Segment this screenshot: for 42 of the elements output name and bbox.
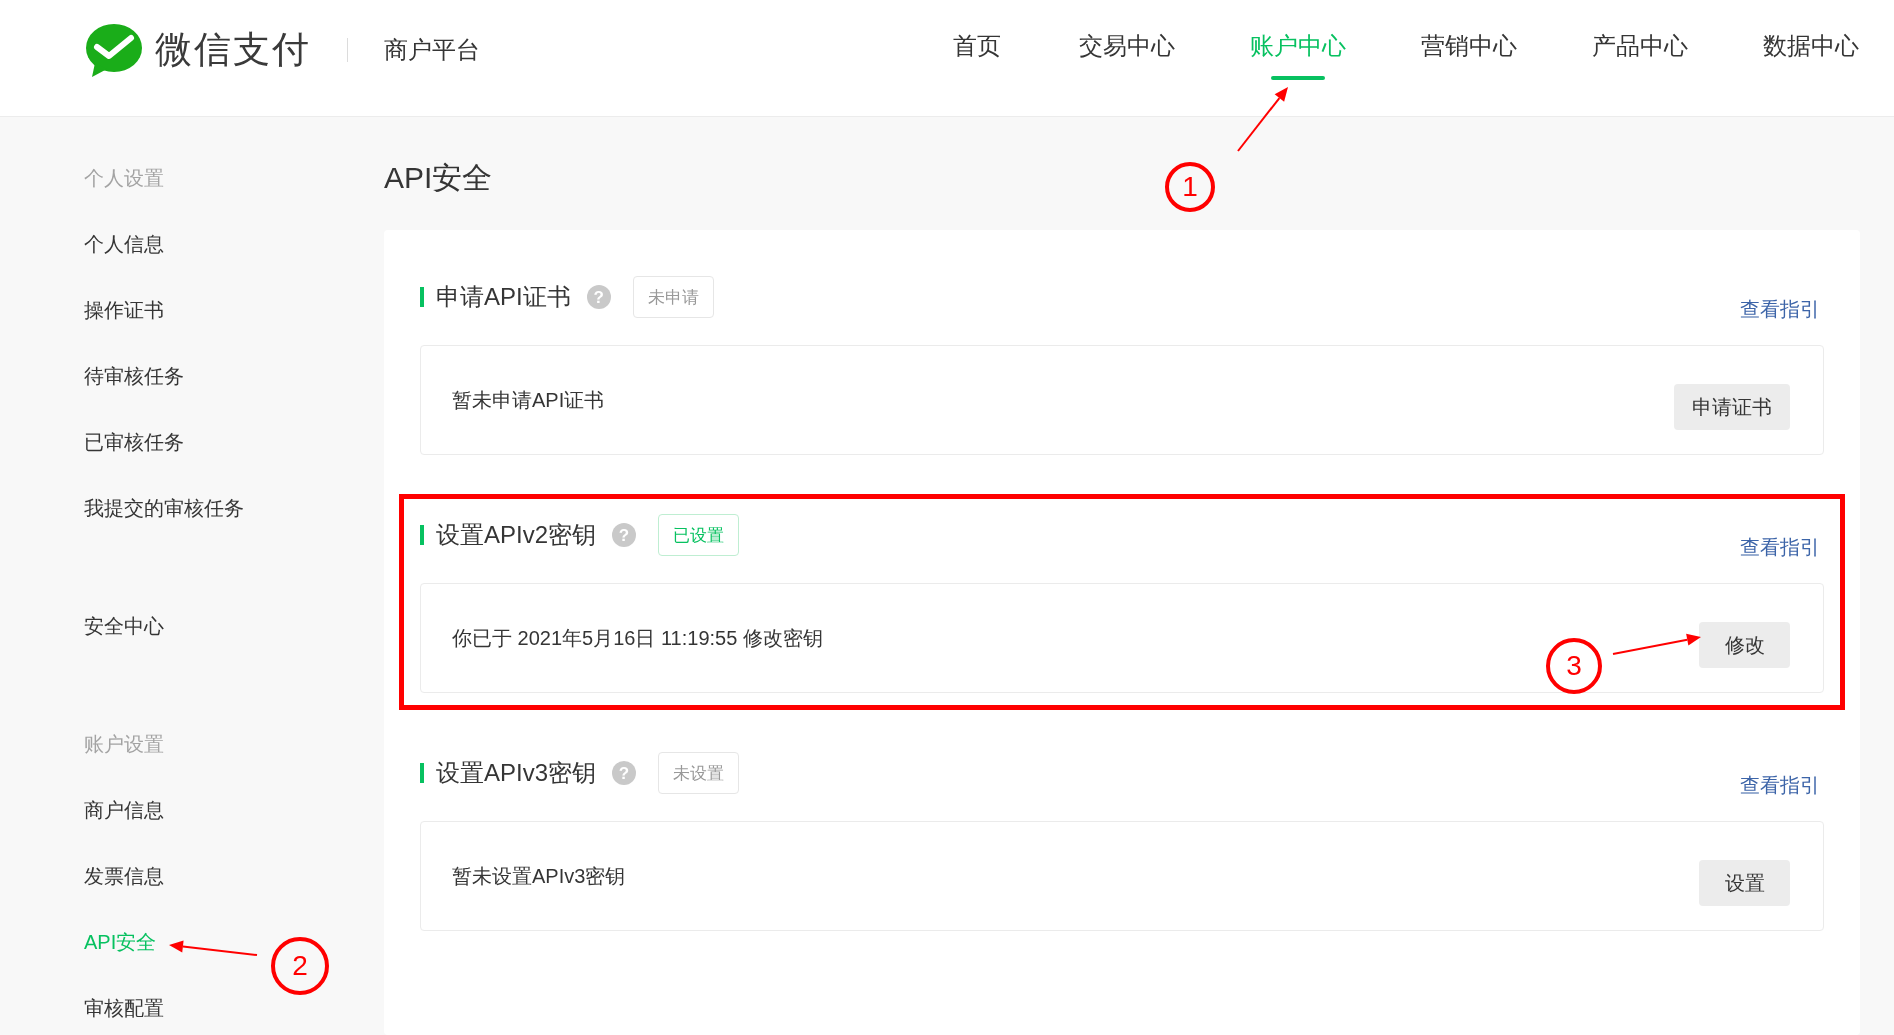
status-tag: 未申请 bbox=[632, 276, 714, 318]
nav-tab[interactable]: 首页 bbox=[950, 31, 1004, 80]
status-tag: 已设置 bbox=[658, 514, 740, 556]
sidebar-group-title: 个人设置 bbox=[84, 166, 164, 191]
sidebar-item[interactable]: 个人信息 bbox=[84, 211, 164, 277]
section-marker-icon bbox=[420, 525, 424, 545]
sidebar-item[interactable]: 审核配置 bbox=[84, 975, 164, 1035]
callout-arrow bbox=[1237, 87, 1288, 152]
action-button[interactable]: 修改 bbox=[1699, 622, 1790, 668]
nav-tab[interactable]: 产品中心 bbox=[1592, 31, 1688, 80]
nav-tab[interactable]: 营销中心 bbox=[1421, 31, 1517, 80]
sidebar-group-title: 账户设置 bbox=[84, 732, 164, 757]
callout-marker: 2 bbox=[271, 937, 329, 995]
section-title: 设置APIv3密钥 bbox=[436, 758, 597, 788]
section-marker-icon bbox=[420, 763, 424, 783]
guide-link[interactable]: 查看指引 bbox=[1740, 773, 1820, 797]
guide-link[interactable]: 查看指引 bbox=[1740, 297, 1820, 321]
sidebar-item[interactable]: 操作证书 bbox=[84, 277, 164, 343]
section-description: 暂未申请API证书 bbox=[452, 387, 605, 413]
section-marker-icon bbox=[420, 287, 424, 307]
logo-text: 微信支付 bbox=[155, 28, 311, 72]
action-button[interactable]: 申请证书 bbox=[1674, 384, 1790, 430]
callout-marker: 1 bbox=[1165, 162, 1215, 212]
nav-tab[interactable]: 数据中心 bbox=[1763, 31, 1859, 80]
sidebar-item[interactable]: 待审核任务 bbox=[84, 343, 184, 409]
nav-tab[interactable]: 交易中心 bbox=[1079, 31, 1175, 80]
guide-link[interactable]: 查看指引 bbox=[1740, 535, 1820, 559]
platform-name: 商户平台 bbox=[384, 35, 480, 65]
sidebar-item[interactable]: 发票信息 bbox=[84, 843, 164, 909]
sidebar-item[interactable]: 商户信息 bbox=[84, 777, 164, 843]
page-title: API安全 bbox=[384, 160, 493, 196]
logo-icon bbox=[84, 23, 142, 77]
section-description: 暂未设置APIv3密钥 bbox=[452, 863, 626, 889]
action-button[interactable]: 设置 bbox=[1699, 860, 1790, 906]
section-title: 设置APIv2密钥 bbox=[436, 520, 597, 550]
status-tag: 未设置 bbox=[658, 752, 740, 794]
section-description: 你已于 2021年5月16日 11:19:55 修改密钥 bbox=[452, 625, 823, 651]
section-title: 申请API证书 bbox=[436, 282, 571, 312]
callout-marker: 3 bbox=[1546, 638, 1602, 694]
sidebar-item[interactable]: 安全中心 bbox=[84, 593, 164, 659]
sidebar-item[interactable]: 已审核任务 bbox=[84, 409, 184, 475]
sidebar-item[interactable]: 我提交的审核任务 bbox=[84, 475, 244, 541]
